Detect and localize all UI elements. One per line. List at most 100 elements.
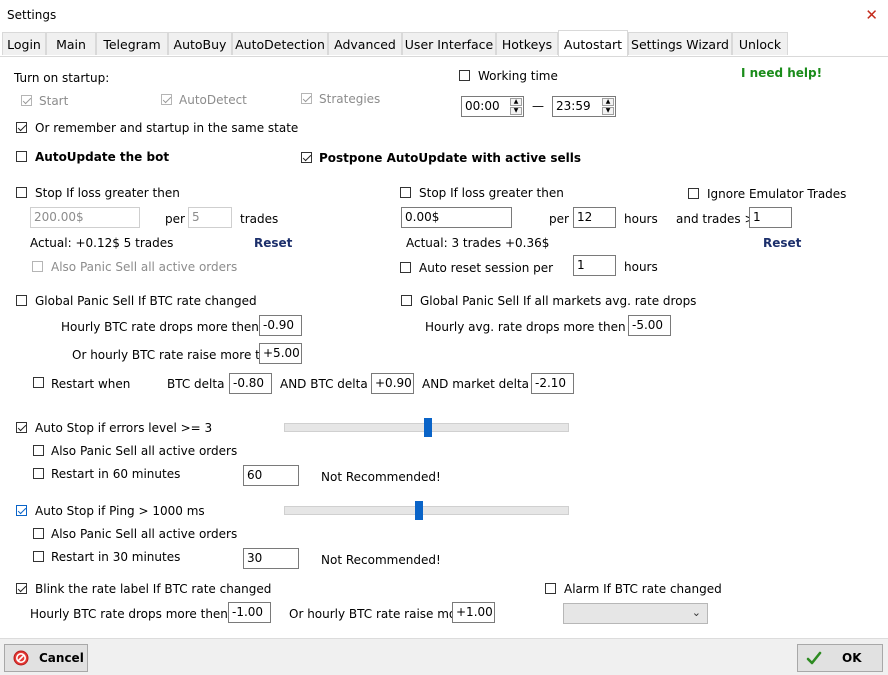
loss-left-amount-input[interactable]: 200.00$ <box>30 207 140 228</box>
markets-panic-label: Global Panic Sell If all markets avg. ra… <box>420 294 697 308</box>
settings-window: Settings ✕ Login Main Telegram AutoBuy A… <box>0 0 888 675</box>
postpone-autoupdate-checkbox[interactable] <box>301 152 312 163</box>
auto-reset-unit: hours <box>624 260 658 274</box>
loss-left-panic-label: Also Panic Sell all active orders <box>51 260 238 274</box>
loss-left-checkbox[interactable] <box>16 187 27 198</box>
strategies-checkbox[interactable] <box>301 93 312 104</box>
startup-heading: Turn on startup: <box>14 71 110 85</box>
errors-panic-label: Also Panic Sell all active orders <box>51 444 238 458</box>
ignore-emulator-checkbox[interactable] <box>688 188 699 199</box>
ok-button[interactable]: OK <box>797 644 883 672</box>
remember-state-checkbox[interactable] <box>16 122 27 133</box>
ping-slider-thumb[interactable] <box>415 501 423 520</box>
loss-right-hours-label: hours <box>624 212 658 226</box>
start-label: Start <box>39 94 69 108</box>
autodetect-label: AutoDetect <box>179 93 247 107</box>
markets-drops-input[interactable]: -5.00 <box>628 315 671 336</box>
tab-autodetection[interactable]: AutoDetection <box>232 32 328 55</box>
tab-hotkeys[interactable]: Hotkeys <box>496 32 558 55</box>
start-checkbox[interactable] <box>21 95 32 106</box>
working-time-dash: — <box>532 99 544 113</box>
loss-right-label: Stop If loss greater then <box>419 186 564 200</box>
tab-unlock[interactable]: Unlock <box>732 32 788 55</box>
close-icon[interactable]: ✕ <box>865 6 878 24</box>
tab-settings-wizard[interactable]: Settings Wizard <box>628 32 732 55</box>
loss-right-per-label: per <box>549 212 569 226</box>
loss-left-trades-input[interactable]: 5 <box>188 207 232 228</box>
loss-right-reset-link[interactable]: Reset <box>763 236 801 250</box>
loss-left-panic-checkbox[interactable] <box>32 261 43 272</box>
btc-delta-gt-input[interactable]: -0.80 <box>229 373 272 394</box>
errors-restart-checkbox[interactable] <box>33 468 44 479</box>
loss-right-amount-input[interactable]: 0.00$ <box>401 207 512 228</box>
working-time-to-input[interactable]: 23:59 ▲ ▼ <box>552 96 616 117</box>
ping-restart-input[interactable]: 30 <box>243 548 299 569</box>
ping-panic-label: Also Panic Sell all active orders <box>51 527 238 541</box>
working-time-label: Working time <box>478 69 558 83</box>
errors-note: Not Recommended! <box>321 470 441 484</box>
ping-level-slider[interactable] <box>284 501 569 520</box>
alarm-checkbox[interactable] <box>545 583 556 594</box>
auto-reset-label: Auto reset session per <box>419 261 554 275</box>
blink-label: Blink the rate label If BTC rate changed <box>35 582 272 596</box>
cancel-button[interactable]: Cancel <box>4 644 88 672</box>
working-time-to-value: 23:59 <box>556 99 591 113</box>
and-trades-input[interactable]: 1 <box>749 207 792 228</box>
restart-when-checkbox[interactable] <box>33 377 44 388</box>
working-time-to-spinner[interactable]: ▲ ▼ <box>602 98 614 115</box>
cancel-label: Cancel <box>39 651 84 665</box>
ping-restart-checkbox[interactable] <box>33 551 44 562</box>
loss-left-trades-label: trades <box>240 212 279 226</box>
market-delta-input[interactable]: -2.10 <box>531 373 574 394</box>
btc-panic-checkbox[interactable] <box>16 295 27 306</box>
autodetect-checkbox[interactable] <box>161 94 172 105</box>
errors-autostop-label: Auto Stop if errors level >= 3 <box>35 421 213 435</box>
tab-advanced[interactable]: Advanced <box>328 32 402 55</box>
tab-telegram[interactable]: Telegram <box>96 32 168 55</box>
working-time-from-input[interactable]: 00:00 ▲ ▼ <box>461 96 524 117</box>
blink-drops-input[interactable]: -1.00 <box>228 602 271 623</box>
errors-autostop-checkbox[interactable] <box>16 422 27 433</box>
loss-right-checkbox[interactable] <box>400 187 411 198</box>
working-time-from-value: 00:00 <box>465 99 500 113</box>
blink-raise-input[interactable]: +1.00 <box>452 602 495 623</box>
errors-restart-label: Restart in 60 minutes <box>51 467 181 481</box>
remember-state-label: Or remember and startup in the same stat… <box>35 121 299 135</box>
btc-delta-lt-input[interactable]: +0.90 <box>371 373 414 394</box>
tab-login[interactable]: Login <box>2 32 46 55</box>
ping-autostop-checkbox[interactable] <box>16 505 27 516</box>
and-trades-label: and trades > <box>676 212 755 226</box>
blink-raise-label: Or hourly BTC rate raise mor... <box>289 607 472 621</box>
tab-autobuy[interactable]: AutoBuy <box>168 32 232 55</box>
loss-left-label: Stop If loss greater then <box>35 186 180 200</box>
errors-slider-thumb[interactable] <box>424 418 432 437</box>
blink-checkbox[interactable] <box>16 583 27 594</box>
alarm-sound-select[interactable]: ⌄ <box>563 603 708 624</box>
tab-user-interface[interactable]: User Interface <box>402 32 496 55</box>
help-link[interactable]: I need help! <box>741 66 822 80</box>
errors-restart-input[interactable]: 60 <box>243 465 299 486</box>
loss-left-actual: Actual: +0.12$ 5 trades <box>30 236 174 250</box>
tab-divider <box>0 56 888 57</box>
strategies-label: Strategies <box>319 92 381 106</box>
errors-panic-checkbox[interactable] <box>33 445 44 456</box>
auto-reset-input[interactable]: 1 <box>573 255 616 276</box>
errors-level-slider[interactable] <box>284 418 569 437</box>
autoupdate-checkbox[interactable] <box>16 151 27 162</box>
markets-panic-checkbox[interactable] <box>401 295 412 306</box>
tab-main[interactable]: Main <box>46 32 96 55</box>
restart-when-label: Restart when <box>51 377 131 391</box>
autoupdate-label: AutoUpdate the bot <box>35 150 170 164</box>
btc-drops-input[interactable]: -0.90 <box>259 315 302 336</box>
ping-autostop-label: Auto Stop if Ping > 1000 ms <box>35 504 205 518</box>
tab-autostart[interactable]: Autostart <box>558 30 628 57</box>
ok-label: OK <box>842 651 862 665</box>
btc-raise-input[interactable]: +5.00 <box>259 343 302 364</box>
ping-panic-checkbox[interactable] <box>33 528 44 539</box>
working-time-checkbox[interactable] <box>459 70 470 81</box>
loss-right-hours-input[interactable]: 12 <box>573 207 616 228</box>
chevron-down-icon: ⌄ <box>691 606 701 619</box>
loss-left-reset-link[interactable]: Reset <box>254 236 292 250</box>
auto-reset-checkbox[interactable] <box>400 262 411 273</box>
working-time-from-spinner[interactable]: ▲ ▼ <box>510 98 522 115</box>
